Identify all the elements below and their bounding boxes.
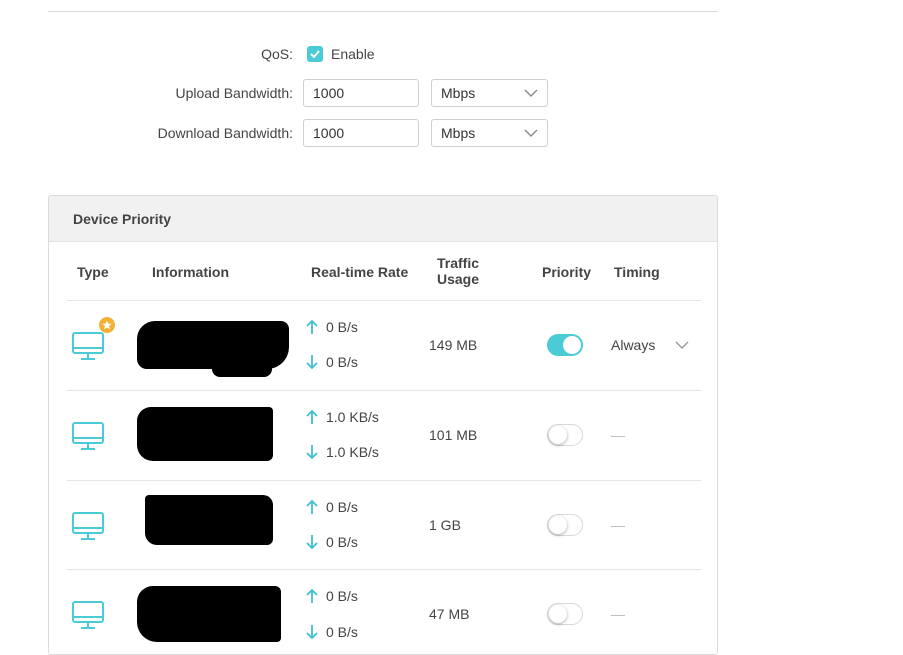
download-rate: 0 B/s xyxy=(305,534,358,550)
traffic-usage: 1 GB xyxy=(429,517,461,533)
download-rate: 1.0 KB/s xyxy=(305,444,379,460)
priority-toggle[interactable] xyxy=(547,424,583,446)
arrow-up-icon xyxy=(306,319,318,334)
download-rate-value: 0 B/s xyxy=(326,534,358,550)
arrow-down-icon xyxy=(306,625,318,640)
arrow-up-icon xyxy=(306,499,318,514)
toggle-knob xyxy=(549,426,567,444)
qos-row: QoS: Enable xyxy=(0,40,903,68)
download-bandwidth-input[interactable]: 1000 xyxy=(303,119,419,147)
priority-toggle[interactable] xyxy=(547,514,583,536)
chevron-down-icon[interactable] xyxy=(675,341,689,349)
check-icon xyxy=(310,50,320,58)
download-rate-value: 0 B/s xyxy=(326,624,358,640)
upload-rate-value: 1.0 KB/s xyxy=(326,409,379,425)
redacted-device-info xyxy=(137,586,281,642)
qos-enable-checkbox[interactable] xyxy=(307,46,323,62)
upload-bandwidth-row: Upload Bandwidth: 1000 Mbps xyxy=(0,79,903,107)
redacted-device-info xyxy=(137,407,273,461)
timing-value: — xyxy=(611,517,625,533)
column-header-usage: Traffic Usage xyxy=(437,255,479,287)
table-row: 0 B/s 0 B/s 1 GB — xyxy=(67,480,701,571)
download-rate: 0 B/s xyxy=(305,354,358,370)
upload-unit-value: Mbps xyxy=(441,85,476,101)
arrow-down-icon xyxy=(306,535,318,550)
download-bandwidth-label: Download Bandwidth: xyxy=(157,125,293,141)
column-header-information: Information xyxy=(152,264,229,280)
arrow-down-icon xyxy=(306,445,318,460)
table-row: 0 B/s 0 B/s 149 MB Always xyxy=(67,300,701,391)
desktop-monitor-icon xyxy=(72,601,104,629)
column-header-usage-line1: Traffic xyxy=(437,255,480,271)
desktop-monitor-icon xyxy=(72,332,104,360)
upload-bandwidth-label: Upload Bandwidth: xyxy=(175,85,293,101)
column-header-timing: Timing xyxy=(614,264,660,280)
qos-enable-label: Enable xyxy=(331,46,375,62)
column-header-rate: Real-time Rate xyxy=(311,264,409,280)
chevron-down-icon xyxy=(524,129,538,137)
upload-rate: 0 B/s xyxy=(305,588,358,604)
download-unit-select[interactable]: Mbps xyxy=(431,119,548,147)
download-bandwidth-row: Download Bandwidth: 1000 Mbps xyxy=(0,119,903,147)
chevron-down-icon xyxy=(524,89,538,97)
upload-rate-value: 0 B/s xyxy=(326,319,358,335)
section-divider xyxy=(48,11,718,12)
download-rate: 0 B/s xyxy=(305,624,358,640)
upload-rate-value: 0 B/s xyxy=(326,499,358,515)
qos-label: QoS: xyxy=(261,46,293,62)
priority-toggle[interactable] xyxy=(547,603,583,625)
toggle-knob xyxy=(549,605,567,623)
toggle-knob xyxy=(563,336,581,354)
device-priority-title: Device Priority xyxy=(49,196,717,242)
upload-rate: 0 B/s xyxy=(305,499,358,515)
download-unit-value: Mbps xyxy=(441,125,476,141)
column-header-type: Type xyxy=(77,264,109,280)
traffic-usage: 149 MB xyxy=(429,337,478,353)
upload-rate: 1.0 KB/s xyxy=(305,409,379,425)
arrow-up-icon xyxy=(306,588,318,603)
star-icon xyxy=(99,317,115,333)
table-row: 1.0 KB/s 1.0 KB/s 101 MB — xyxy=(67,390,701,481)
download-rate-value: 0 B/s xyxy=(326,354,358,370)
priority-toggle[interactable] xyxy=(547,334,583,356)
upload-rate: 0 B/s xyxy=(305,319,358,335)
download-rate-value: 1.0 KB/s xyxy=(326,444,379,460)
table-row: 0 B/s 0 B/s 47 MB — xyxy=(67,569,701,654)
desktop-monitor-icon xyxy=(72,512,104,540)
column-header-usage-line2: Usage xyxy=(437,271,480,287)
upload-bandwidth-input[interactable]: 1000 xyxy=(303,79,419,107)
device-priority-panel: Device Priority Type Information Real-ti… xyxy=(48,195,718,655)
redacted-device-info xyxy=(212,359,272,377)
upload-unit-select[interactable]: Mbps xyxy=(431,79,548,107)
upload-rate-value: 0 B/s xyxy=(326,588,358,604)
timing-value: — xyxy=(611,606,625,622)
timing-value: — xyxy=(611,427,625,443)
column-header-priority: Priority xyxy=(542,264,592,280)
arrow-down-icon xyxy=(306,355,318,370)
toggle-knob xyxy=(549,516,567,534)
traffic-usage: 47 MB xyxy=(429,606,470,622)
timing-value: Always xyxy=(611,337,656,353)
desktop-monitor-icon xyxy=(72,422,104,450)
arrow-up-icon xyxy=(306,409,318,424)
redacted-device-info xyxy=(145,495,273,545)
traffic-usage: 101 MB xyxy=(429,427,478,443)
